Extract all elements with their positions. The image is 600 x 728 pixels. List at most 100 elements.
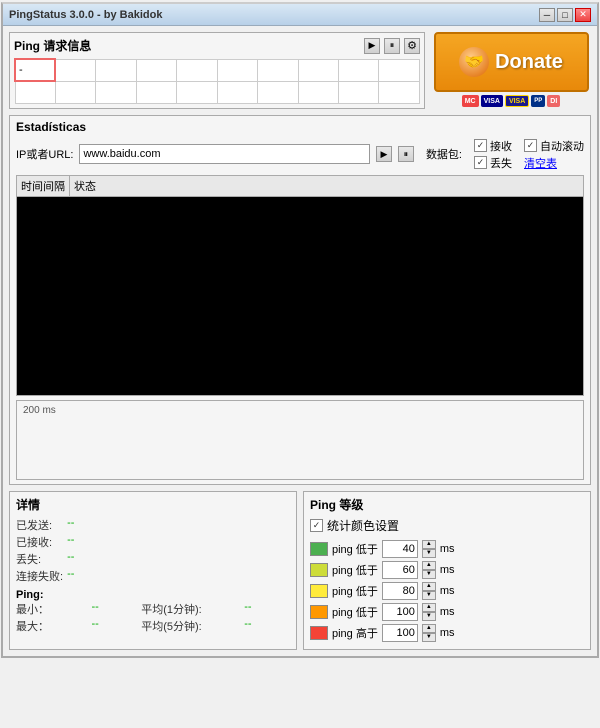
lose-checkbox[interactable] (474, 156, 487, 169)
level-label-3: ping 低于 (332, 604, 378, 620)
received-key: 已接收: (16, 534, 63, 550)
di-card-badge: DI (547, 95, 560, 107)
donate-label: Donate (495, 51, 563, 74)
ping-sub-grid: 最小： -- 平均(1分钟): -- 最大： -- 平均(5分钟): -- (16, 601, 290, 634)
stats-checkbox-row: 统计颜色设置 (310, 517, 584, 534)
details-grid: 已发送: -- 已接收: -- 丢失: -- 连接失败: -- Ping: (16, 517, 290, 601)
level-row-3: ping 低于 ▲ ▼ ms (310, 603, 584, 621)
level-input-4[interactable] (382, 624, 418, 642)
donate-cards: MC VISA VISA PP DI (462, 95, 561, 107)
ping-cell-active[interactable]: - (15, 59, 55, 81)
donate-button[interactable]: 🤝 Donate (434, 32, 589, 92)
ping-levels-title: Ping 等级 (310, 496, 584, 513)
level-row-2: ping 低于 ▲ ▼ ms (310, 582, 584, 600)
log-col-time: 时间间隔 (17, 176, 70, 196)
level-input-3[interactable] (382, 603, 418, 621)
ip-input[interactable] (79, 144, 369, 164)
receive-label: 接收 (490, 138, 512, 154)
stats-color-label: 统计颜色设置 (327, 517, 399, 534)
conn-fail-val: -- (67, 568, 290, 584)
spin-up-1[interactable]: ▲ (422, 561, 436, 570)
auto-scroll-checkbox[interactable] (524, 139, 537, 152)
ping-request-header: Ping 请求信息 (14, 37, 420, 54)
ping-cell-r2-7 (298, 81, 338, 103)
ping-request-table: - (14, 58, 420, 104)
level-spinner-0: ▲ ▼ (422, 540, 436, 558)
ip-row: IP或者URL: 数据包: 接收 丢失 (16, 138, 584, 171)
spin-up-2[interactable]: ▲ (422, 582, 436, 591)
level-color-3 (310, 605, 328, 619)
top-section: Ping 请求信息 - (9, 32, 591, 109)
clear-row: 清空表 (524, 155, 584, 171)
ip-pause-button[interactable] (398, 146, 414, 162)
level-spinner-2: ▲ ▼ (422, 582, 436, 600)
ping-request-panel: Ping 请求信息 - (9, 32, 425, 109)
level-label-1: ping 低于 (332, 562, 378, 578)
maximize-button[interactable]: □ (557, 8, 573, 22)
lose-label: 丢失 (490, 155, 512, 171)
stats-color-checkbox[interactable] (310, 519, 323, 532)
gear-icon (407, 39, 417, 52)
conn-fail-key: 连接失败: (16, 568, 63, 584)
ping-cell-r2-8 (339, 81, 379, 103)
auto-scroll-row: 自动滚动 (524, 138, 584, 154)
ping-cell-2 (96, 59, 136, 81)
ping-cell-6 (258, 59, 298, 81)
level-input-0[interactable] (382, 540, 418, 558)
ping-cell-8 (339, 59, 379, 81)
minimize-button[interactable]: ─ (539, 8, 555, 22)
mc-card-badge: MC (462, 95, 479, 107)
details-panel: 详情 已发送: -- 已接收: -- 丢失: -- 连接失败: -- Ping:… (9, 491, 297, 650)
level-color-4 (310, 626, 328, 640)
window-title: PingStatus 3.0.0 - by Bakidok (9, 9, 162, 21)
ip-play-button[interactable] (376, 146, 392, 162)
sent-key: 已发送: (16, 517, 63, 533)
spin-down-0[interactable]: ▼ (422, 549, 436, 558)
lost-val: -- (67, 551, 290, 567)
pause-button[interactable] (384, 38, 400, 54)
settings-button[interactable] (404, 38, 420, 54)
auto-scroll-label: 自动滚动 (540, 138, 584, 154)
close-button[interactable]: ✕ (575, 8, 591, 22)
level-input-2[interactable] (382, 582, 418, 600)
level-color-0 (310, 542, 328, 556)
ping-cell-r2-5 (217, 81, 257, 103)
title-bar: PingStatus 3.0.0 - by Bakidok ─ □ ✕ (3, 4, 597, 26)
log-table-container: 时间间隔 状态 (16, 175, 584, 396)
receive-checkbox[interactable] (474, 139, 487, 152)
estadisticas-section: Estadísticas IP或者URL: 数据包: 接收 (9, 115, 591, 485)
log-col-status: 状态 (70, 176, 583, 196)
spin-up-4[interactable]: ▲ (422, 624, 436, 633)
level-label-2: ping 低于 (332, 583, 378, 599)
min-key: 最小： (16, 601, 87, 617)
level-input-1[interactable] (382, 561, 418, 579)
ping-cell-r2-6 (258, 81, 298, 103)
level-spinner-1: ▲ ▼ (422, 561, 436, 579)
ms-label-3: ms (440, 606, 455, 618)
ping-cell-r2-3 (136, 81, 176, 103)
spin-down-4[interactable]: ▼ (422, 633, 436, 642)
ip-play-icon (380, 149, 387, 160)
pause-icon (390, 40, 395, 51)
spin-up-3[interactable]: ▲ (422, 603, 436, 612)
ping-levels-panel: Ping 等级 统计颜色设置 ping 低于 ▲ ▼ ms ping 低于 ▲ … (303, 491, 591, 650)
spin-down-2[interactable]: ▼ (422, 591, 436, 600)
pp-card-badge: PP (531, 95, 545, 107)
log-area (16, 196, 584, 396)
spin-up-0[interactable]: ▲ (422, 540, 436, 549)
auto-scroll-col: 自动滚动 清空表 (524, 138, 584, 171)
chart-label: 200 ms (23, 405, 56, 416)
received-val: -- (67, 534, 290, 550)
clear-table-link[interactable]: 清空表 (524, 155, 557, 171)
ping-cell-r2-9 (379, 81, 420, 103)
visa1-card-badge: VISA (481, 95, 503, 107)
ping-cell-r2-4 (177, 81, 217, 103)
ping-cell-r2-1 (55, 81, 95, 103)
main-content: Ping 请求信息 - (3, 26, 597, 656)
play-icon (369, 40, 376, 51)
ping-cell-r2-0 (15, 81, 55, 103)
spin-down-3[interactable]: ▼ (422, 612, 436, 621)
level-row-0: ping 低于 ▲ ▼ ms (310, 540, 584, 558)
spin-down-1[interactable]: ▼ (422, 570, 436, 579)
play-button[interactable] (364, 38, 380, 54)
